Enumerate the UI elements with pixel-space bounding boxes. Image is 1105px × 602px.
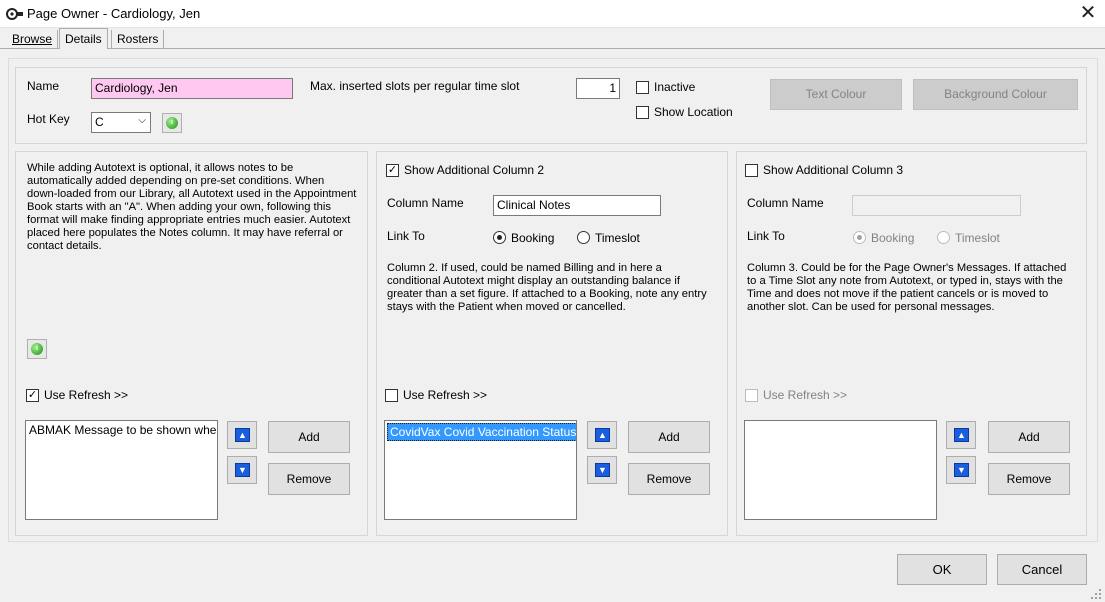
column2-timeslot-label: Timeslot xyxy=(595,231,640,245)
tab-details-label: Details xyxy=(65,32,102,46)
arrow-down-icon: ▼ xyxy=(235,463,250,477)
max-slots-field[interactable]: 1 xyxy=(576,78,620,99)
chevron-down-icon: ⌵ xyxy=(138,115,146,126)
column3-timeslot-label: Timeslot xyxy=(955,231,1000,245)
column1-move-down-button[interactable]: ▼ xyxy=(227,456,257,484)
window-title: Page Owner - Cardiology, Jen xyxy=(27,6,201,21)
column2-remove-button[interactable]: Remove xyxy=(628,463,710,495)
column2-name-field[interactable]: Clinical Notes xyxy=(493,195,661,216)
column3-booking-radio[interactable] xyxy=(853,231,866,244)
list-item-selected[interactable]: CovidVax Covid Vaccination Status xyxy=(387,423,576,441)
column3-move-up-button[interactable]: ▲ xyxy=(946,421,976,449)
column3-timeslot-radio[interactable] xyxy=(937,231,950,244)
column1-use-refresh-checkbox[interactable]: ✓ xyxy=(26,389,39,402)
app-logo-icon xyxy=(6,8,23,20)
arrow-down-icon: ▼ xyxy=(595,463,610,477)
column1-remove-button[interactable]: Remove xyxy=(268,463,350,495)
column3-booking-label: Booking xyxy=(871,231,915,245)
close-icon[interactable]: ✕ xyxy=(1076,2,1100,24)
column1-autotext-list[interactable]: ABMAK Message to be shown when r xyxy=(25,420,218,520)
column3-link-to-label: Link To xyxy=(747,229,785,243)
column2-link-to-label: Link To xyxy=(387,229,425,243)
background-colour-button[interactable]: Background Colour xyxy=(913,79,1078,110)
column3-description: Column 3. Could be for the Page Owner's … xyxy=(747,262,1067,313)
column2-use-refresh-checkbox[interactable] xyxy=(385,389,398,402)
info-icon: i xyxy=(31,343,43,355)
column3-name-field[interactable] xyxy=(852,195,1021,216)
inactive-checkbox[interactable] xyxy=(636,81,649,94)
column3-name-label: Column Name xyxy=(747,196,824,210)
column1-add-button[interactable]: Add xyxy=(268,421,350,453)
column3-autotext-list[interactable] xyxy=(744,420,937,520)
info-icon: i xyxy=(166,117,178,129)
column3-show-label: Show Additional Column 3 xyxy=(763,163,904,177)
column3-remove-button[interactable]: Remove xyxy=(988,463,1070,495)
column1-description: While adding Autotext is optional, it al… xyxy=(27,162,357,252)
name-field[interactable]: Cardiology, Jen xyxy=(91,78,293,99)
column2-move-up-button[interactable]: ▲ xyxy=(587,421,617,449)
hotkey-value: C xyxy=(95,115,104,129)
column3-use-refresh-checkbox[interactable] xyxy=(745,389,758,402)
radio-selected-dot xyxy=(497,235,502,240)
tab-browse[interactable]: Browse xyxy=(7,30,59,49)
arrow-up-icon: ▲ xyxy=(595,428,610,442)
column1-info-button[interactable]: i xyxy=(27,339,47,359)
column3-show-checkbox[interactable] xyxy=(745,164,758,177)
column2-booking-radio[interactable] xyxy=(493,231,506,244)
arrow-up-icon: ▲ xyxy=(235,428,250,442)
column3-add-button[interactable]: Add xyxy=(988,421,1070,453)
column2-timeslot-radio[interactable] xyxy=(577,231,590,244)
column1-use-refresh-label: Use Refresh >> xyxy=(44,388,129,402)
resize-grip-icon[interactable] xyxy=(1090,588,1102,600)
column2-booking-label: Booking xyxy=(511,231,555,245)
cancel-button[interactable]: Cancel xyxy=(997,554,1087,585)
hotkey-label: Hot Key xyxy=(27,112,70,126)
radio-selected-dot xyxy=(857,235,862,240)
column1-move-up-button[interactable]: ▲ xyxy=(227,421,257,449)
column3-use-refresh-label: Use Refresh >> xyxy=(763,388,848,402)
show-location-checkbox[interactable] xyxy=(636,106,649,119)
tab-rosters-label: Rosters xyxy=(117,32,159,46)
arrow-down-icon: ▼ xyxy=(954,463,969,477)
column2-show-checkbox[interactable]: ✓ xyxy=(386,164,399,177)
tab-strip-divider xyxy=(0,48,1105,49)
show-location-label: Show Location xyxy=(654,105,733,119)
column2-autotext-list[interactable]: CovidVax Covid Vaccination Status xyxy=(384,420,577,520)
column2-move-down-button[interactable]: ▼ xyxy=(587,456,617,484)
tab-browse-label: Browse xyxy=(12,32,53,46)
inactive-label: Inactive xyxy=(654,80,696,94)
max-slots-label: Max. inserted slots per regular time slo… xyxy=(310,79,520,93)
column3-move-down-button[interactable]: ▼ xyxy=(946,456,976,484)
column2-name-label: Column Name xyxy=(387,196,464,210)
ok-button[interactable]: OK xyxy=(897,554,987,585)
column2-add-button[interactable]: Add xyxy=(628,421,710,453)
tab-rosters[interactable]: Rosters xyxy=(111,30,165,49)
hotkey-info-button[interactable]: i xyxy=(162,113,182,133)
list-item[interactable]: ABMAK Message to be shown when r xyxy=(26,421,217,439)
text-colour-button[interactable]: Text Colour xyxy=(770,79,902,110)
hotkey-select[interactable]: C ⌵ xyxy=(91,112,151,133)
tab-details[interactable]: Details xyxy=(59,28,108,49)
column2-show-label: Show Additional Column 2 xyxy=(404,163,545,177)
arrow-up-icon: ▲ xyxy=(954,428,969,442)
column2-use-refresh-label: Use Refresh >> xyxy=(403,388,488,402)
column2-description: Column 2. If used, could be named Billin… xyxy=(387,262,707,313)
name-label: Name xyxy=(27,79,60,93)
